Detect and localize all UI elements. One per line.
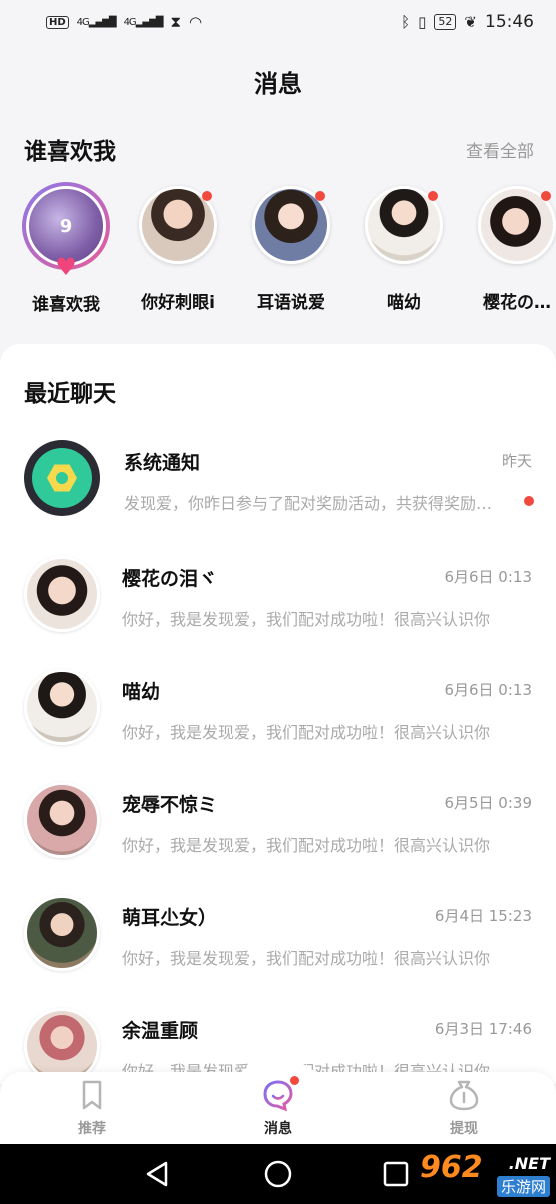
chat-row[interactable]: 樱花の泪ヾ 6月6日 0:13 你好，我是发现爱，我们配对成功啦！很高兴认识你 xyxy=(0,556,556,668)
chat-row-system[interactable]: 系统通知 昨天 发现爱，你昨日参与了配对奖励活动，共获得奖励… xyxy=(0,440,556,552)
unread-dot xyxy=(290,1076,299,1085)
money-bag-icon xyxy=(447,1078,481,1112)
bookmark-icon xyxy=(75,1078,109,1112)
battery-icon: 52 xyxy=(434,14,457,30)
likes-count: 9 xyxy=(59,215,73,237)
back-icon[interactable] xyxy=(142,1158,174,1190)
chat-time: 6月5日 0:39 xyxy=(444,794,532,812)
like-label: 谁喜欢我 xyxy=(32,295,100,315)
heart-icon: ♥ xyxy=(55,253,77,281)
like-user-name: 樱花の… xyxy=(483,293,551,313)
avatar xyxy=(478,186,556,264)
hourglass-icon: ⧗ xyxy=(170,13,181,31)
chat-preview: 你好，我是发现爱，我们配对成功啦！很高兴认识你 xyxy=(122,610,491,629)
avatar xyxy=(365,186,443,264)
tab-label: 推荐 xyxy=(78,1121,106,1137)
chat-name: 樱花の泪ヾ xyxy=(122,568,218,590)
avatar xyxy=(24,669,100,745)
likes-header: 谁喜欢我 查看全部 xyxy=(24,132,534,166)
vibrate-icon: ▯ xyxy=(418,13,427,31)
chat-time: 昨天 xyxy=(501,452,532,470)
chat-name: 喵幼 xyxy=(122,681,161,703)
signal-icon: 4G▂▄▆█ xyxy=(76,16,117,28)
likes-row: 9 ♥ 谁喜欢我 你好刺眼i 耳语说爱 喵幼 樱花の… xyxy=(0,182,556,316)
chat-name: 宠辱不惊ミ xyxy=(122,794,218,816)
system-nav-bar: 962 .NET 乐游网 xyxy=(0,1144,556,1204)
chat-row[interactable]: 宠辱不惊ミ 6月5日 0:39 你好，我是发现爱，我们配对成功啦！很高兴认识你 xyxy=(0,782,556,894)
likes-title: 谁喜欢我 xyxy=(24,139,116,165)
status-bar: HD 4G▂▄▆█ 4G▂▄▆█ ⧗ ◠ ᛒ ▯ 52 ❦ 15:46 xyxy=(0,0,556,44)
page-title: 消息 xyxy=(254,70,302,98)
avatar xyxy=(24,556,100,632)
chat-time: 6月4日 15:23 xyxy=(434,907,532,925)
recent-chats-title: 最近聊天 xyxy=(24,381,116,407)
hd-indicator: HD xyxy=(46,15,69,29)
chat-time: 6月3日 17:46 xyxy=(434,1020,532,1038)
bluetooth-icon: ᛒ xyxy=(401,13,411,31)
chat-time: 6月6日 0:13 xyxy=(444,568,532,586)
clock: 15:46 xyxy=(485,12,534,32)
unread-dot xyxy=(315,191,325,201)
who-likes-me-item[interactable]: 9 ♥ 谁喜欢我 xyxy=(16,182,116,315)
avatar xyxy=(24,895,100,971)
like-user-item[interactable]: 你好刺眼i xyxy=(128,186,228,313)
chat-row[interactable]: 喵幼 6月6日 0:13 你好，我是发现爱，我们配对成功啦！很高兴认识你 xyxy=(0,669,556,781)
unread-dot xyxy=(541,191,551,201)
like-user-name: 喵幼 xyxy=(387,293,421,313)
wifi-icon: ◠ xyxy=(188,13,203,31)
watermark-logo: 962 .NET 乐游网 xyxy=(420,1150,550,1197)
like-user-item[interactable]: 喵幼 xyxy=(354,186,454,313)
view-all-link[interactable]: 查看全部 xyxy=(466,137,534,162)
like-user-name: 你好刺眼i xyxy=(141,293,215,313)
chat-bubble-icon xyxy=(261,1076,299,1112)
tab-label: 消息 xyxy=(264,1121,292,1137)
chat-preview: 发现爱，你昨日参与了配对奖励活动，共获得奖励… xyxy=(124,494,493,513)
unread-dot xyxy=(202,191,212,201)
chat-preview: 你好，我是发现爱，我们配对成功啦！很高兴认识你 xyxy=(122,723,491,742)
chat-name: 系统通知 xyxy=(124,452,201,474)
avatar xyxy=(24,782,100,858)
tab-messages[interactable]: 消息 xyxy=(218,1076,338,1138)
like-user-item[interactable]: 樱花の… xyxy=(467,186,556,313)
tab-label: 提现 xyxy=(450,1121,478,1137)
avatar xyxy=(139,186,217,264)
signal-icon-2: 4G▂▄▆█ xyxy=(123,16,164,28)
unread-dot xyxy=(524,496,534,506)
chat-name: 余温重顾 xyxy=(122,1020,199,1042)
tab-withdraw[interactable]: 提现 xyxy=(404,1078,524,1138)
recents-icon[interactable] xyxy=(380,1158,412,1190)
chat-time: 6月6日 0:13 xyxy=(444,681,532,699)
like-user-item[interactable]: 耳语说爱 xyxy=(241,186,341,313)
tab-recommend[interactable]: 推荐 xyxy=(32,1078,152,1138)
likes-count-avatar: 9 ♥ xyxy=(22,182,110,279)
chat-name: 萌耳尐女） xyxy=(122,907,218,929)
like-user-name: 耳语说爱 xyxy=(257,293,325,313)
chat-preview: 你好，我是发现爱，我们配对成功啦！很高兴认识你 xyxy=(122,949,491,968)
unread-dot xyxy=(428,191,438,201)
leaf-icon: ❦ xyxy=(464,13,477,31)
system-notification-icon xyxy=(24,440,100,516)
home-icon[interactable] xyxy=(262,1158,294,1190)
chat-preview: 你好，我是发现爱，我们配对成功啦！很高兴认识你 xyxy=(122,836,491,855)
recent-chats-card: 最近聊天 系统通知 昨天 发现爱，你昨日参与了配对奖励活动，共获得奖励… 樱花の… xyxy=(0,344,556,1084)
avatar xyxy=(252,186,330,264)
bottom-tab-bar: 推荐 消息 提现 xyxy=(0,1058,556,1144)
chat-row[interactable]: 萌耳尐女） 6月4日 15:23 你好，我是发现爱，我们配对成功啦！很高兴认识你 xyxy=(0,895,556,1007)
